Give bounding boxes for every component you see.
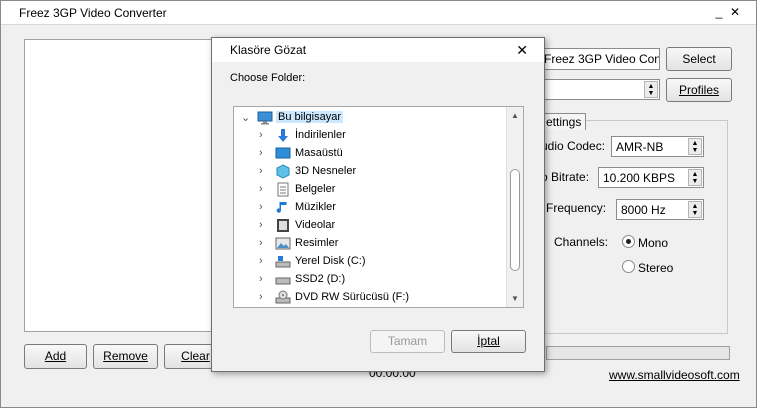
spinner-arrows-icon: ▲ ▼	[688, 138, 702, 155]
spinner-arrows-icon: ▲ ▼	[688, 169, 702, 186]
chevron-right-icon: ›	[259, 219, 263, 231]
document-icon	[277, 182, 289, 197]
spinner-arrows-icon: ▲ ▼	[644, 81, 658, 98]
chevron-right-icon: ›	[259, 291, 263, 303]
chevron-right-icon: ›	[259, 165, 263, 177]
cancel-button[interactable]: İptal	[451, 330, 526, 353]
stereo-radio[interactable]	[622, 260, 635, 273]
scroll-down-arrow-icon[interactable]: ▼	[507, 290, 523, 307]
profiles-button-label: Profiles	[678, 83, 719, 97]
tree-item-label: SSD2 (D:)	[295, 273, 346, 285]
frequency-label: Frequency:	[546, 201, 607, 215]
stereo-label: Stereo	[638, 261, 674, 275]
minimize-button[interactable]: _	[711, 4, 727, 20]
profile-select[interactable]: ▲ ▼	[529, 79, 660, 100]
tree-item-label: Yerel Disk (C:)	[295, 255, 366, 267]
chevron-right-icon: ›	[259, 147, 263, 159]
tree-item-label: Müzikler	[295, 201, 336, 213]
tree-item-label: Belgeler	[295, 183, 336, 195]
chevron-right-icon: ›	[259, 273, 263, 285]
dvd-icon	[275, 290, 291, 304]
tab-settings[interactable]: ettings	[541, 113, 587, 130]
website-link[interactable]: www.smallvideosoft.com	[609, 368, 740, 382]
dialog-title-bar: Klasöre Gözat ✕	[212, 38, 544, 62]
tree-item-label: Resimler	[295, 237, 339, 249]
clear-button-label: Clear	[181, 349, 210, 363]
select-button[interactable]: Select	[666, 47, 732, 71]
music-icon	[276, 202, 287, 213]
audio-codec-label: udio Codec:	[541, 139, 606, 153]
output-folder-field[interactable]: ft\Freez 3GP Video Con	[529, 48, 660, 70]
add-button[interactable]: Add	[24, 344, 87, 369]
close-button[interactable]: ✕	[727, 4, 743, 20]
choose-folder-label: Choose Folder:	[230, 72, 306, 84]
file-list[interactable]	[24, 39, 221, 332]
window-title: Freez 3GP Video Converter	[19, 6, 167, 20]
tree-scrollbar[interactable]: ▲ ▼	[506, 107, 523, 307]
bitrate-value: 10.200 KBPS	[603, 171, 676, 185]
chevron-right-icon: ›	[259, 237, 263, 249]
ok-button-label: Tamam	[387, 334, 428, 348]
tree-item-label: Videolar	[295, 219, 336, 231]
spinner-arrows-icon: ▲ ▼	[688, 201, 702, 218]
mono-radio[interactable]	[622, 235, 635, 248]
download-icon	[278, 129, 288, 142]
frequency-select[interactable]: 8000 Hz ▲ ▼	[616, 199, 704, 220]
chevron-right-icon: ›	[259, 129, 263, 141]
chevron-right-icon: ›	[259, 255, 263, 267]
remove-button[interactable]: Remove	[93, 344, 158, 369]
browse-folder-dialog: Klasöre Gözat ✕ Choose Folder: ⌄ Bu bilg…	[211, 37, 545, 372]
desktop-icon	[275, 147, 291, 159]
channels-label: Channels:	[554, 235, 609, 249]
dialog-close-button[interactable]: ✕	[516, 42, 528, 59]
tree-item-label: Bu bilgisayar	[276, 111, 343, 123]
video-icon	[277, 219, 289, 232]
chevron-right-icon: ›	[259, 201, 263, 213]
picture-icon	[275, 237, 291, 250]
mono-label: Mono	[638, 236, 669, 250]
bitrate-label: o Bitrate:	[541, 170, 590, 184]
scroll-thumb[interactable]	[510, 169, 520, 271]
remove-button-label: Remove	[103, 349, 148, 363]
bitrate-select[interactable]: 10.200 KBPS ▲ ▼	[598, 167, 704, 188]
folder-tree[interactable]: ⌄ Bu bilgisayar › İndirilenler › Masaüst…	[233, 106, 524, 308]
computer-icon	[257, 111, 273, 125]
ok-button[interactable]: Tamam	[370, 330, 445, 353]
drive-icon	[275, 256, 291, 268]
tree-item-label: Masaüstü	[295, 147, 343, 159]
chevron-down-icon: ⌄	[241, 112, 251, 124]
drive-icon	[275, 277, 291, 285]
cancel-button-label: İptal	[477, 334, 500, 348]
chevron-right-icon: ›	[259, 183, 263, 195]
frequency-value: 8000 Hz	[621, 203, 666, 217]
tree-item-label: İndirilenler	[295, 129, 346, 141]
tree-item-label: DVD RW Sürücüsü (F:)	[295, 291, 410, 303]
audio-codec-select[interactable]: AMR-NB ▲ ▼	[611, 136, 704, 157]
tree-item-label: 3D Nesneler	[295, 165, 357, 177]
audio-codec-value: AMR-NB	[616, 140, 664, 154]
select-button-label: Select	[682, 52, 716, 66]
profiles-button[interactable]: Profiles	[666, 78, 732, 102]
scroll-up-arrow-icon[interactable]: ▲	[507, 107, 523, 124]
title-bar: Freez 3GP Video Converter _ ✕	[1, 1, 756, 25]
dialog-title: Klasöre Gözat	[230, 43, 307, 57]
cube-icon	[276, 164, 290, 179]
add-button-label: Add	[44, 349, 67, 363]
progress-bar	[546, 346, 730, 360]
